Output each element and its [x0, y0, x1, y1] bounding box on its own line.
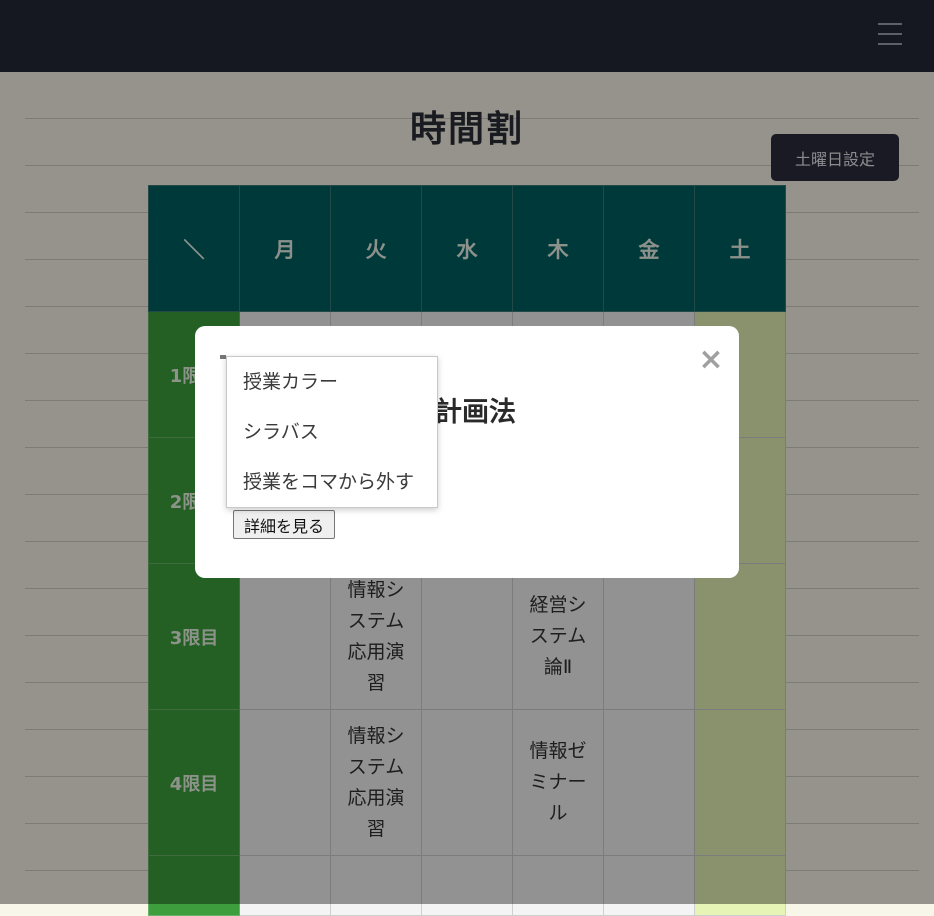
view-details-button[interactable]: 詳細を見る: [233, 510, 335, 539]
modal-course-title: 計画法: [435, 397, 516, 428]
menu-item-remove-from-slot[interactable]: 授業をコマから外す: [227, 457, 437, 507]
menu-item-syllabus[interactable]: シラバス: [227, 407, 437, 457]
context-menu: 授業カラー シラバス 授業をコマから外す: [226, 356, 438, 508]
menu-item-class-color[interactable]: 授業カラー: [227, 357, 437, 407]
close-icon[interactable]: ×: [698, 343, 724, 377]
